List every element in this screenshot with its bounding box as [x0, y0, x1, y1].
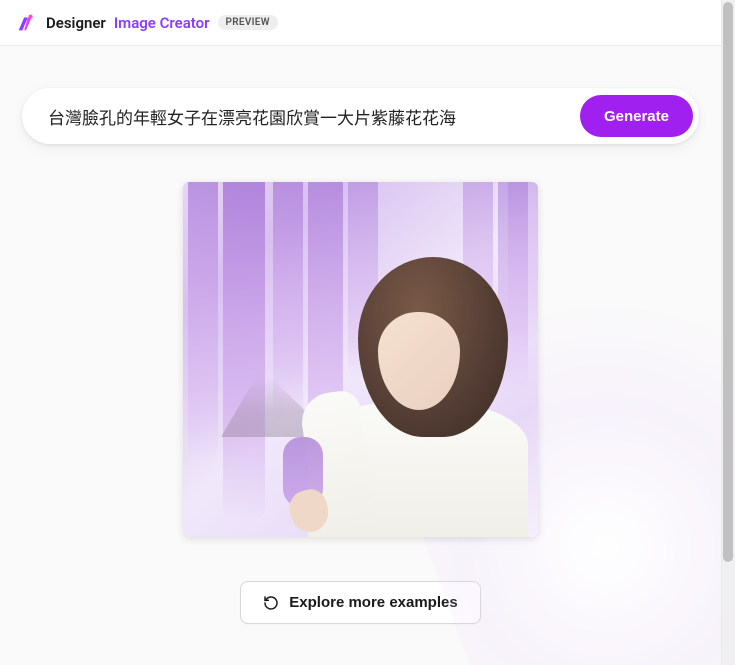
- designer-icon: [14, 11, 38, 35]
- prompt-bar: Generate: [22, 88, 699, 144]
- preview-badge: PREVIEW: [218, 15, 278, 30]
- prompt-input[interactable]: [48, 106, 568, 126]
- refresh-icon: [263, 595, 279, 611]
- main-content: Generate: [0, 46, 721, 624]
- explore-label: Explore more examples: [289, 594, 457, 611]
- app-name: Designer: [46, 14, 106, 32]
- explore-more-button[interactable]: Explore more examples: [240, 581, 480, 624]
- scrollbar-thumb[interactable]: [723, 2, 733, 562]
- generate-button[interactable]: Generate: [580, 95, 693, 137]
- scrollbar-track[interactable]: [721, 0, 735, 665]
- app-subtitle: Image Creator: [114, 14, 210, 32]
- app-header: Designer Image Creator PREVIEW: [0, 0, 721, 46]
- image-content: [183, 182, 538, 537]
- generated-image[interactable]: [183, 182, 538, 537]
